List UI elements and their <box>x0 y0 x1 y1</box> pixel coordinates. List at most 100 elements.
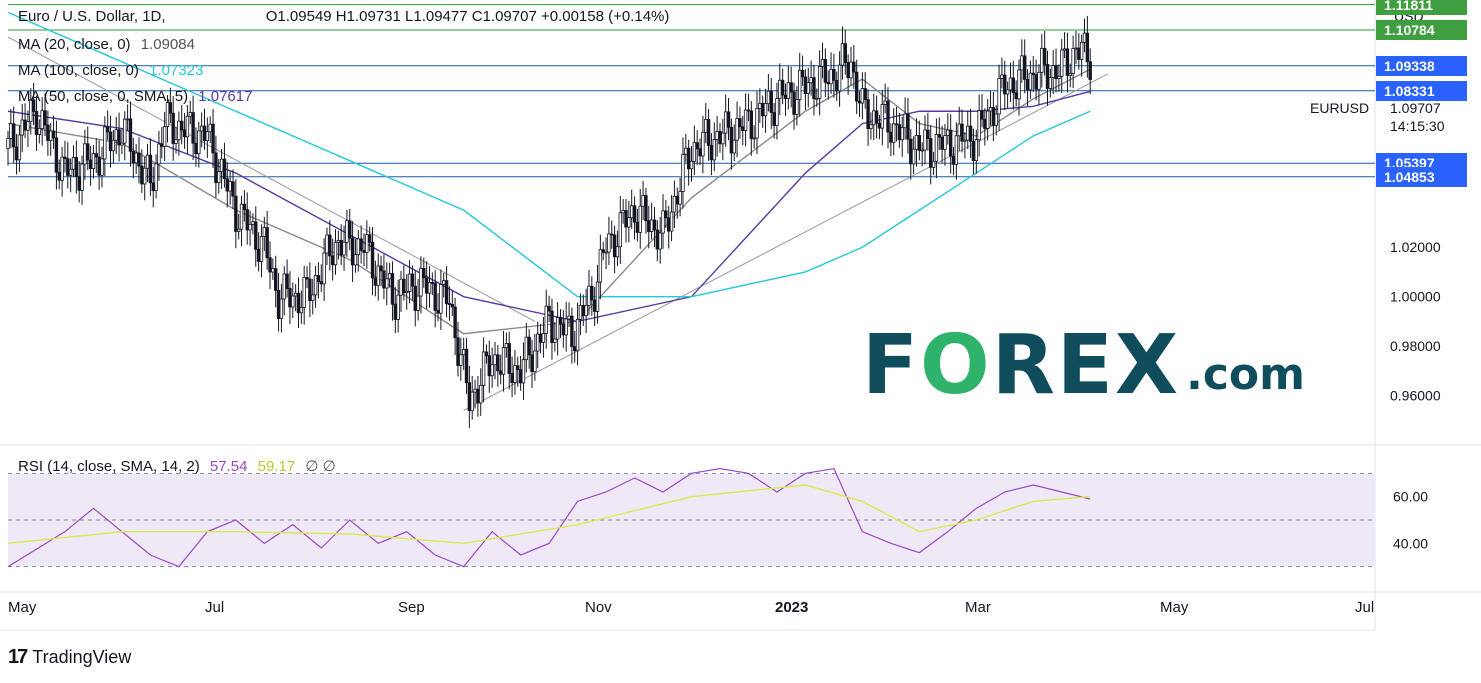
candle-body <box>305 277 309 280</box>
candle-body <box>1048 77 1053 89</box>
forex-logo-f: F <box>862 318 921 413</box>
candle-body <box>755 108 759 139</box>
candle-body <box>521 359 526 384</box>
candle-body <box>843 43 847 63</box>
ma20-label: MA (20, close, 0) <box>18 36 131 53</box>
candle-body <box>920 149 924 152</box>
candle-body <box>857 100 862 104</box>
ma100-legend[interactable]: MA (100, close, 0) 1.07323 <box>18 62 209 79</box>
candle-body <box>564 318 568 336</box>
candle-body <box>664 210 668 219</box>
candle-body <box>399 278 403 296</box>
candle-body <box>684 147 688 155</box>
candle-body <box>439 284 443 314</box>
candle-body <box>385 278 389 289</box>
candle-body <box>632 205 637 223</box>
candle-body <box>413 285 417 311</box>
candle-body <box>1003 74 1007 95</box>
tradingview-logo[interactable]: 17 TradingView <box>8 646 131 669</box>
candle-body <box>464 348 469 384</box>
candle-body <box>558 317 563 325</box>
candle-body <box>328 234 332 257</box>
candle-body <box>772 112 776 127</box>
candle-body <box>356 238 360 256</box>
time-axis-tick: May <box>1160 599 1189 616</box>
rsi-extra: ∅ ∅ <box>305 458 336 475</box>
candle-body <box>968 125 973 142</box>
candle-body <box>162 126 167 147</box>
candle-body <box>604 251 608 254</box>
price-level-tag-3[interactable]: 1.08331 <box>1376 80 1467 101</box>
candle-body <box>40 110 44 129</box>
candle-body <box>333 241 338 266</box>
rsi-sma-value: 59.17 <box>257 458 296 475</box>
candle-body <box>1088 61 1092 80</box>
candle-body <box>612 234 617 258</box>
candle-body <box>236 228 241 232</box>
candle-body <box>618 212 623 248</box>
candle-body <box>738 118 742 128</box>
candle-body <box>382 270 386 289</box>
candle-body <box>550 310 554 343</box>
rsi-axis-tick: 60.00 <box>1393 489 1428 505</box>
candle-body <box>536 333 540 352</box>
candle-body <box>274 268 278 291</box>
candle-body <box>479 385 483 404</box>
candle-body <box>1017 69 1021 100</box>
candle-body <box>359 238 363 251</box>
candle-body <box>1040 47 1044 73</box>
price-axis-tick: 0.98000 <box>1390 338 1441 354</box>
candle-body <box>641 195 645 207</box>
candle-body <box>470 391 474 412</box>
candle-body <box>1000 74 1004 79</box>
time-axis-tick: 2023 <box>775 599 808 616</box>
candle-body <box>817 66 822 99</box>
candle-body <box>481 351 486 386</box>
candle-body <box>874 110 879 124</box>
candle-body <box>282 273 286 300</box>
price-level-tag-5[interactable]: 1.04853 <box>1376 166 1467 187</box>
candle-body <box>1005 89 1010 95</box>
ma50-legend[interactable]: MA (50, close, 0, SMA, 5) 1.07617 <box>18 88 258 105</box>
candle-body <box>248 224 252 231</box>
price-axis-tick: 1.00000 <box>1390 289 1441 305</box>
candle-body <box>906 113 910 140</box>
candle-body <box>926 129 930 139</box>
candle-body <box>729 126 734 154</box>
price-level-tag-2[interactable]: 1.09338 <box>1376 55 1467 76</box>
candle-body <box>1077 47 1081 60</box>
symbol-label: Euro / U.S. Dollar, 1D, <box>18 8 166 25</box>
candle-body <box>934 134 939 162</box>
candle-body <box>917 135 922 151</box>
candle-body <box>265 227 269 259</box>
time-axis-tick: May <box>8 599 37 616</box>
candle-body <box>960 123 964 142</box>
price-level-tag-0[interactable]: 1.11811 <box>1376 0 1467 15</box>
candle-body <box>225 178 229 192</box>
rsi-legend[interactable]: RSI (14, close, SMA, 14, 2) 57.54 59.17 … <box>18 457 342 475</box>
candle-body <box>909 138 913 165</box>
ma20-legend[interactable]: MA (20, close, 0) 1.09084 <box>18 36 201 53</box>
candle-body <box>77 176 81 191</box>
candle-body <box>180 120 184 131</box>
candle-body <box>752 137 756 140</box>
candle-body <box>254 221 258 250</box>
candle-body <box>778 79 782 100</box>
candle-body <box>63 156 67 160</box>
candle-body <box>877 122 882 129</box>
candle-body <box>148 154 153 184</box>
candle-body <box>245 209 249 231</box>
candle-body <box>897 124 902 141</box>
candle-body <box>424 277 429 294</box>
candle-body <box>330 255 335 266</box>
candle-body <box>573 346 577 352</box>
last-price: 1.09707 <box>1390 100 1441 116</box>
candle-body <box>732 139 736 154</box>
candle-body <box>661 210 665 234</box>
candle-body <box>219 158 224 173</box>
time-axis-tick: Nov <box>585 599 612 616</box>
candle-body <box>792 91 796 115</box>
candle-body <box>678 191 682 205</box>
candle-body <box>1051 65 1055 78</box>
price-level-tag-1[interactable]: 1.10784 <box>1376 20 1467 41</box>
